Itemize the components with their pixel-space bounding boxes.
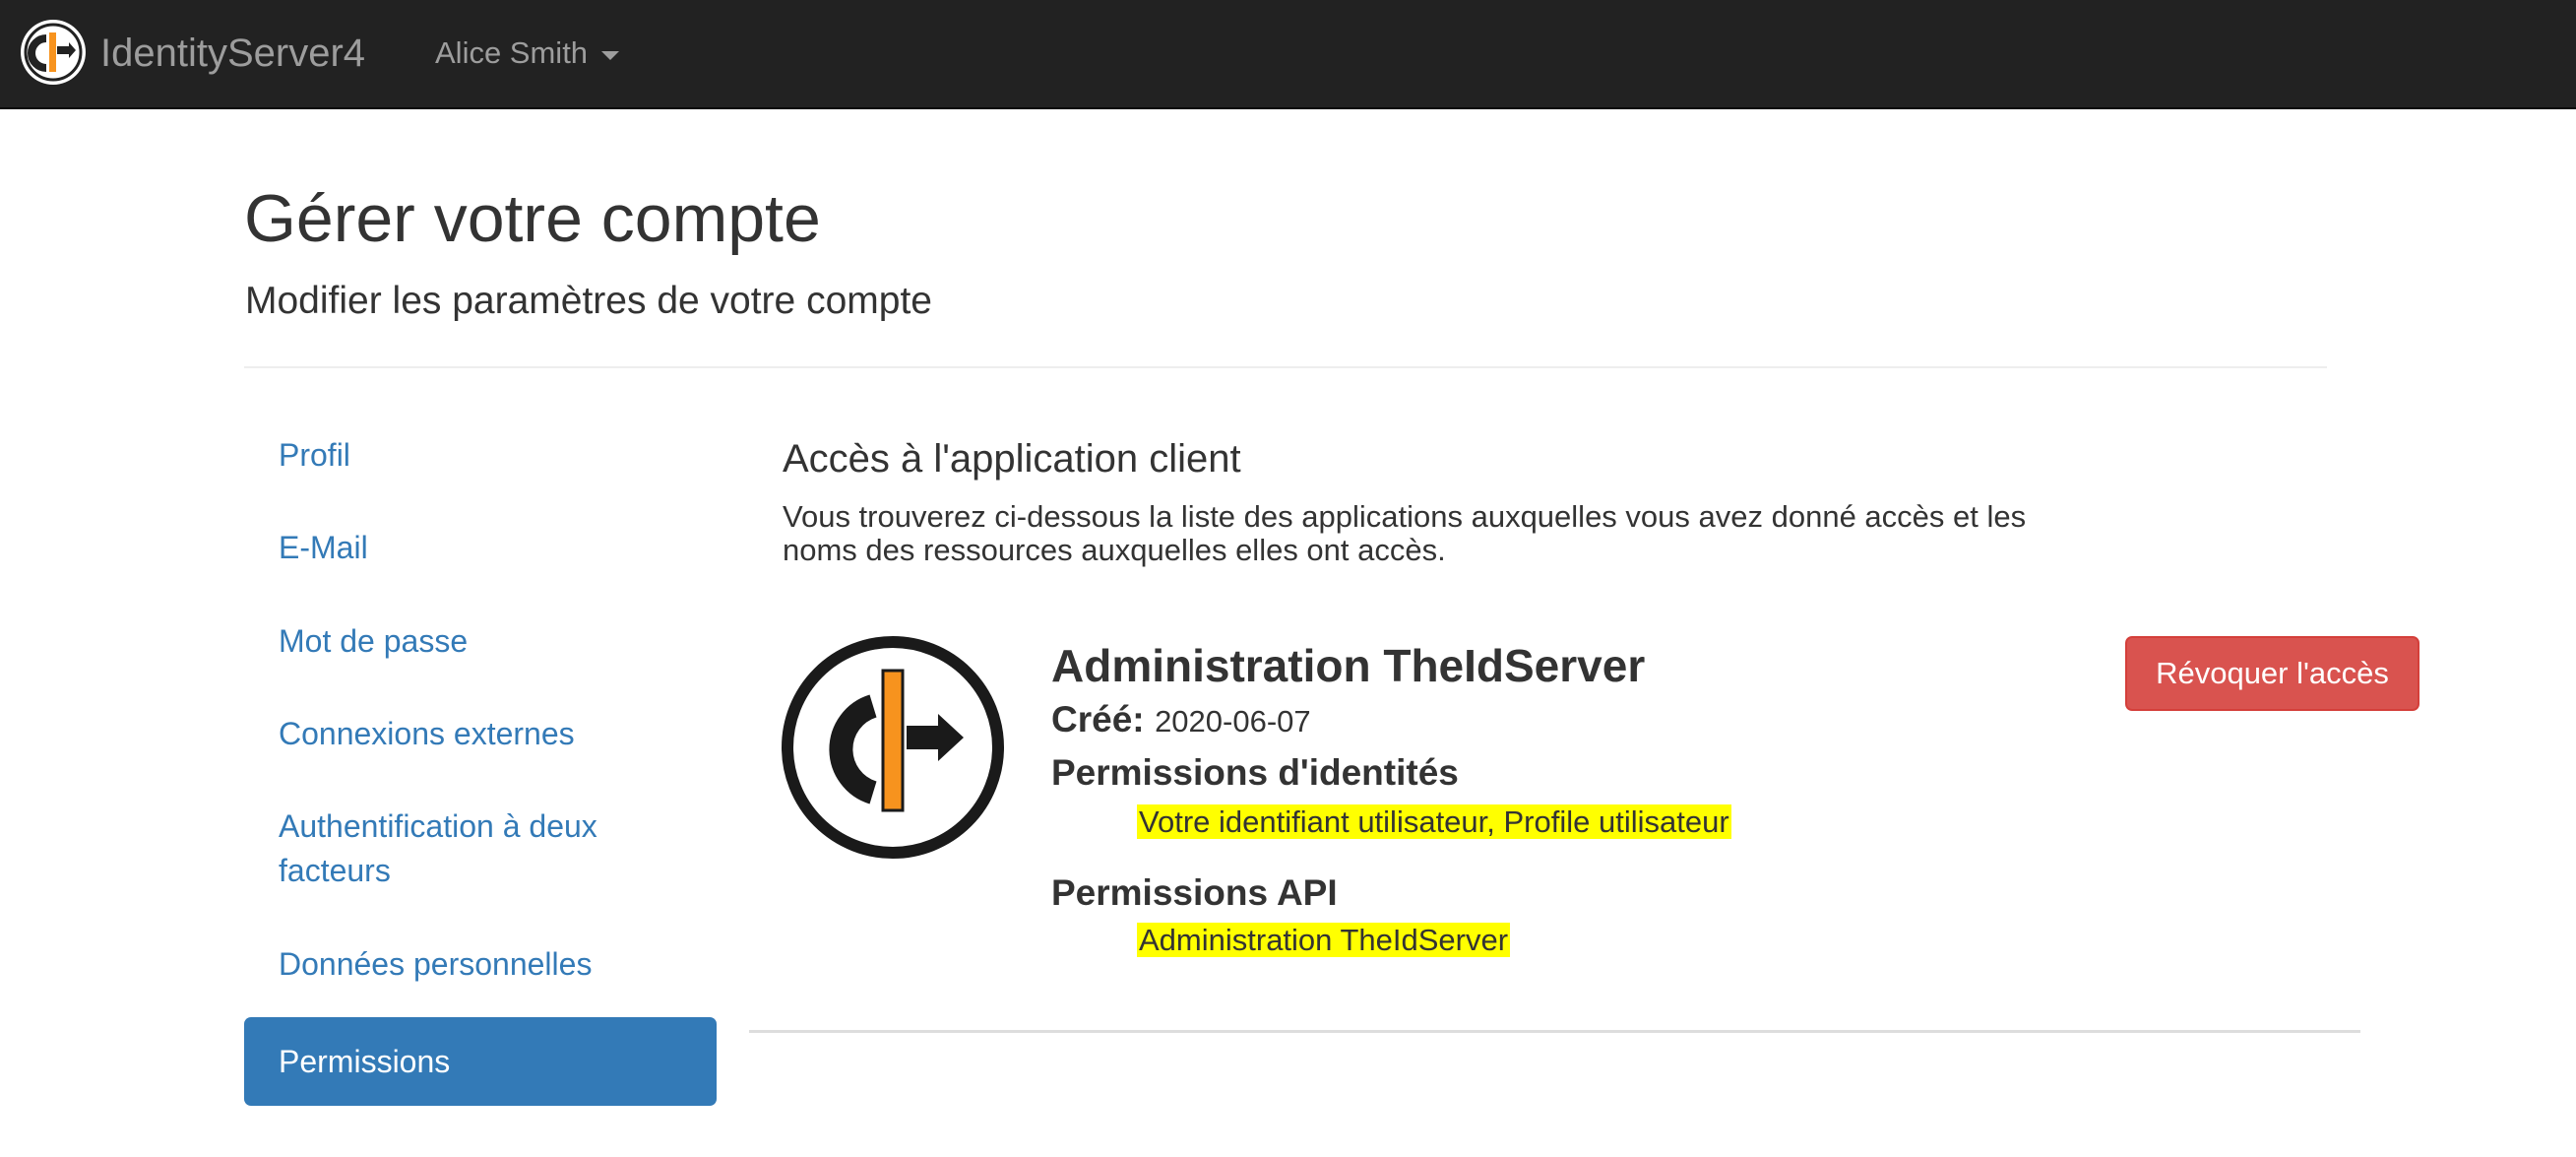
identity-permissions-value: Votre identifiant utilisateur, Profile u… <box>1137 803 1731 841</box>
created-label: Créé: <box>1051 699 1145 739</box>
sidebar-item-password[interactable]: Mot de passe <box>244 619 717 664</box>
top-navbar: IdentityServer4 Alice Smith <box>0 0 2576 109</box>
identity-permissions-heading: Permissions d'identités <box>1051 752 1459 793</box>
header-divider <box>244 366 2327 368</box>
page-title: Gérer votre compte <box>244 181 821 256</box>
page-subtitle: Modifier les paramètres de votre compte <box>245 280 932 322</box>
client-name: Administration TheIdServer <box>1051 640 1646 691</box>
section-title: Accès à l'application client <box>783 437 1241 481</box>
api-permissions-heading: Permissions API <box>1051 872 1338 913</box>
theidserver-logo-icon <box>782 636 1004 859</box>
sidebar-item-personal-data[interactable]: Données personnelles <box>244 942 717 987</box>
section-description: Vous trouverez ci-dessous la liste des a… <box>783 499 2027 567</box>
api-permissions-text: Administration TheIdServer <box>1137 923 1511 957</box>
sidebar-item-profil[interactable]: Profil <box>244 433 717 478</box>
identityserver-logo-icon[interactable] <box>20 19 87 86</box>
sidebar-item-two-factor[interactable]: Authentification à deux facteurs <box>244 804 717 893</box>
created-date: 2020-06-07 <box>1155 704 1311 739</box>
revoke-access-button[interactable]: Révoquer l'accès <box>2125 636 2419 711</box>
sidebar-item-permissions[interactable]: Permissions <box>244 1017 717 1106</box>
client-divider <box>749 1030 2360 1033</box>
identity-permissions-text: Votre identifiant utilisateur, Profile u… <box>1137 804 1731 839</box>
sidebar-item-email[interactable]: E-Mail <box>244 526 717 570</box>
brand-name[interactable]: IdentityServer4 <box>100 26 365 81</box>
sidebar-item-external-logins[interactable]: Connexions externes <box>244 712 717 756</box>
user-name: Alice Smith <box>435 35 589 70</box>
user-menu-dropdown[interactable]: Alice Smith <box>435 26 620 81</box>
caret-down-icon <box>601 50 620 60</box>
api-permissions-value: Administration TheIdServer <box>1137 922 1511 959</box>
client-created: Créé: 2020-06-07 <box>1051 699 1311 740</box>
